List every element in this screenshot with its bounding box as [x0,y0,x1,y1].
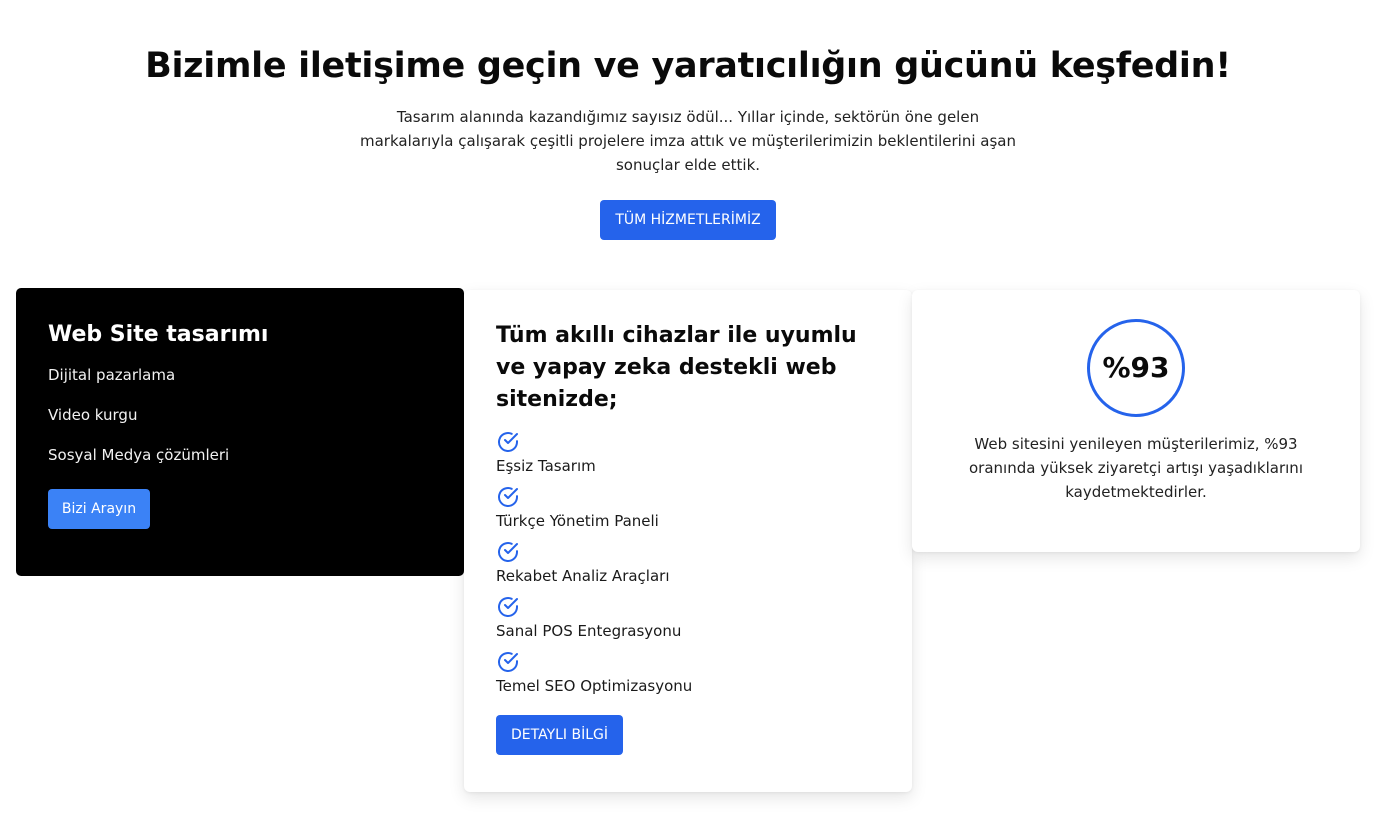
check-circle-icon [498,542,518,562]
services-card: Web Site tasarımı Dijital pazarlama Vide… [16,288,464,576]
feature-label: Temel SEO Optimizasyonu [496,677,693,695]
services-card-title: Web Site tasarımı [48,322,269,347]
feature-item: Eşsiz Tasarım [496,430,880,477]
details-button[interactable]: DETAYLI BİLGİ [496,715,623,755]
feature-item: Temel SEO Optimizasyonu [496,650,880,697]
feature-label: Eşsiz Tasarım [496,457,596,475]
check-circle-icon [498,487,518,507]
feature-label: Rekabet Analiz Araçları [496,567,670,585]
service-item: Video kurgu [48,406,138,424]
check-circle-icon [498,652,518,672]
feature-label: Türkçe Yönetim Paneli [496,512,659,530]
call-us-button[interactable]: Bizi Arayın [48,489,150,529]
check-circle-icon [498,597,518,617]
page-title: Bizimle iletişime geçin ve yaratıcılığın… [145,46,1231,86]
all-services-button[interactable]: TÜM HİZMETLERİMİZ [600,200,776,240]
feature-item: Rekabet Analiz Araçları [496,540,880,587]
feature-item: Türkçe Yönetim Paneli [496,485,880,532]
stat-description: Web sitesini yenileyen müşterilerimiz, %… [969,435,1303,501]
check-circle-icon [498,432,518,452]
features-card: Tüm akıllı cihazlar ile uyumlu ve yapay … [464,290,912,792]
service-item: Dijital pazarlama [48,366,176,384]
hero-description: Tasarım alanında kazandığımız sayısız öd… [359,108,1016,174]
features-card-title: Tüm akıllı cihazlar ile uyumlu ve yapay … [496,323,857,412]
feature-label: Sanal POS Entegrasyonu [496,622,682,640]
stat-value: %93 [1087,319,1185,417]
stat-card: %93 Web sitesini yenileyen müşterilerimi… [912,290,1360,552]
feature-item: Sanal POS Entegrasyonu [496,595,880,642]
service-item: Sosyal Medya çözümleri [48,446,230,464]
